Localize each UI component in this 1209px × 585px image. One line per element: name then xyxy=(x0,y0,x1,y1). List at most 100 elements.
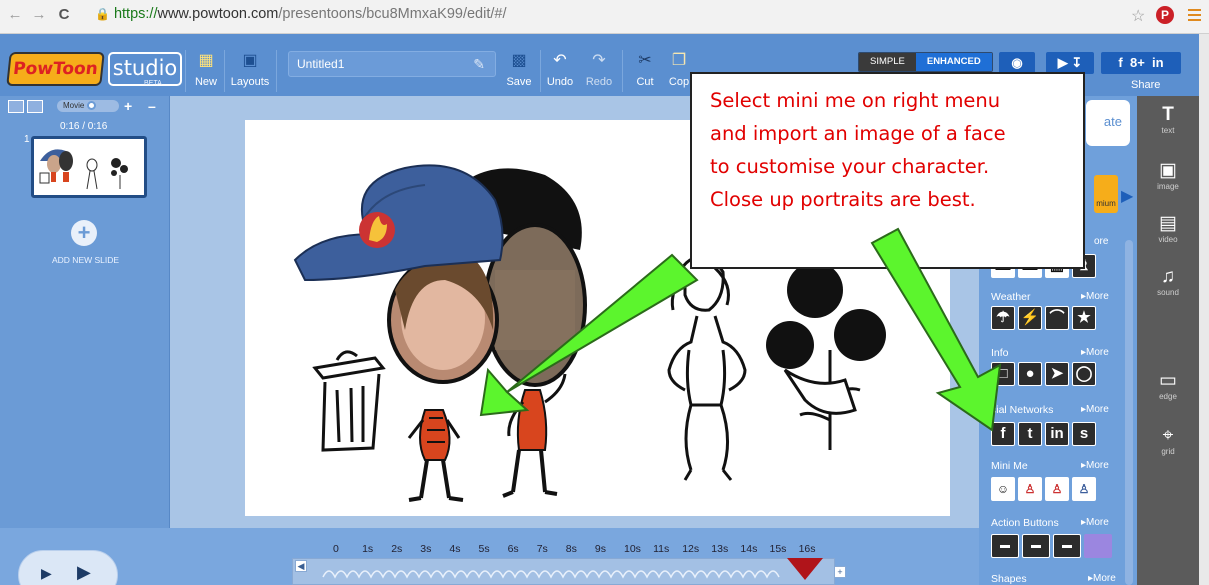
view-icon[interactable] xyxy=(8,100,24,113)
slide-time: 0:16 / 0:16 xyxy=(60,121,108,132)
tool-image[interactable]: ▣ image xyxy=(1137,160,1199,191)
more-link-partial[interactable]: ore xyxy=(1094,236,1108,247)
eye-icon: ◉ xyxy=(1011,55,1023,70)
slide-thumbnail[interactable] xyxy=(31,136,147,198)
star-icon[interactable]: ★ xyxy=(1072,306,1096,330)
lock-icon: 🔒 xyxy=(95,7,110,21)
play-from-start-icon[interactable]: ▶ xyxy=(41,565,52,582)
tool-grid[interactable]: ⌖ grid xyxy=(1137,425,1199,456)
pinterest-icon[interactable]: P xyxy=(1156,6,1174,24)
reload-icon[interactable]: C xyxy=(55,6,73,23)
timeline-second-label: 13s xyxy=(711,543,729,555)
add-icon[interactable]: + xyxy=(124,98,132,114)
cut-button[interactable]: ✂ Cut xyxy=(634,52,656,88)
url-host: www.powtoon.com xyxy=(157,6,279,22)
movie-toggle[interactable]: Movie xyxy=(57,100,119,112)
back-icon[interactable]: ← xyxy=(6,6,24,23)
pencil-icon[interactable]: ✎ xyxy=(473,52,485,76)
tool-sound[interactable]: ♫ sound xyxy=(1137,266,1199,297)
tool-text-label: text xyxy=(1161,126,1175,135)
cut-label: Cut xyxy=(636,76,654,88)
timeline-left-button[interactable]: ◀ xyxy=(295,560,307,572)
mini-me-character-icon[interactable]: ♙ xyxy=(1072,477,1096,501)
facebook-icon[interactable]: f xyxy=(1118,55,1122,70)
lightning-icon[interactable]: ⚡ xyxy=(1018,306,1042,330)
twitter-icon[interactable]: t xyxy=(1018,422,1042,446)
minus-icon[interactable]: – xyxy=(148,98,156,114)
forward-icon[interactable]: → xyxy=(30,6,48,23)
chevron-right-icon[interactable]: ▶ xyxy=(1121,186,1133,206)
page-scrollbar[interactable] xyxy=(1199,34,1209,585)
mode-enhanced[interactable]: ENHANCED xyxy=(915,53,992,71)
premium-item[interactable]: mium xyxy=(1094,175,1118,213)
action-button-item[interactable]: ▬ xyxy=(1022,534,1050,558)
new-label: New xyxy=(194,76,217,88)
mini-me-icons: ☺ ♙ ♙ ♙ xyxy=(991,477,1096,501)
redo-button[interactable]: ↷ Redo xyxy=(585,52,613,88)
info-more-link[interactable]: ▸More xyxy=(1081,347,1109,358)
mini-me-more-link[interactable]: ▸More xyxy=(1081,460,1109,471)
timeline-second-label: 9s xyxy=(594,543,606,555)
action-button-icons: ▬ ▬ ▬ xyxy=(991,534,1112,558)
tool-edge[interactable]: ▭ edge xyxy=(1137,370,1199,401)
youtube-icon: ▶ xyxy=(1057,55,1068,70)
mini-me-character-icon[interactable]: ♙ xyxy=(1018,477,1042,501)
action-buttons-more-link[interactable]: ▸More xyxy=(1081,517,1109,528)
timeline-second-label: 0 xyxy=(333,543,339,555)
callout-line-2: and import an image of a face xyxy=(710,122,1006,145)
slide-view-toggle[interactable] xyxy=(8,100,44,114)
weather-more-link[interactable]: ▸More xyxy=(1081,291,1109,302)
presentation-title-field[interactable]: Untitled1 ✎ xyxy=(288,51,496,77)
movie-label: Movie xyxy=(63,101,85,110)
redo-label: Redo xyxy=(585,76,613,88)
linkedin-icon[interactable]: in xyxy=(1152,55,1164,70)
mini-me-character-icon[interactable]: ♙ xyxy=(1045,477,1069,501)
view-icon[interactable] xyxy=(27,100,43,113)
mode-simple[interactable]: SIMPLE xyxy=(859,53,916,71)
image-icon: ▣ xyxy=(1159,160,1177,181)
rainbow-icon[interactable]: ⌒ xyxy=(1045,306,1069,330)
divider xyxy=(185,50,186,92)
play-icon[interactable]: ▶ xyxy=(77,562,91,583)
google-plus-icon[interactable]: 8+ xyxy=(1130,55,1145,70)
undo-button[interactable]: ↶ Undo xyxy=(546,52,574,88)
social-more-link[interactable]: ▸More xyxy=(1081,404,1109,415)
playhead-marker[interactable] xyxy=(787,558,823,580)
circle-shape-icon[interactable]: ● xyxy=(1018,362,1042,386)
action-button-item[interactable]: ▬ xyxy=(991,534,1019,558)
premium-label: mium xyxy=(1096,199,1116,208)
share-buttons[interactable]: f 8+ in xyxy=(1101,52,1181,74)
download-icon: ↧ xyxy=(1071,55,1083,70)
mode-toggle[interactable]: SIMPLE ENHANCED xyxy=(858,52,993,72)
new-button[interactable]: ▦ New xyxy=(193,52,219,88)
create-button[interactable]: ate xyxy=(1086,100,1130,146)
arrow-banner-icon[interactable]: ➤ xyxy=(1045,362,1069,386)
browser-menu-icon[interactable] xyxy=(1188,9,1201,21)
tool-video-label: video xyxy=(1158,235,1178,244)
tool-image-label: image xyxy=(1157,182,1179,191)
timeline-track[interactable] xyxy=(292,558,835,585)
layouts-button[interactable]: ▣ Layouts xyxy=(230,52,270,88)
audio-waveform xyxy=(322,570,780,579)
youtube-download-button[interactable]: ▶ ↧ xyxy=(1046,52,1094,74)
add-slide-label[interactable]: ADD NEW SLIDE xyxy=(52,255,119,265)
copy-button[interactable]: ❐ Cop xyxy=(668,52,690,88)
more-label: More xyxy=(1093,573,1116,584)
map-pin-icon[interactable]: ◯ xyxy=(1072,362,1096,386)
timeline-second-label: 12s xyxy=(682,543,700,555)
mini-me-character-icon[interactable]: ☺ xyxy=(991,477,1015,501)
add-slide-icon[interactable]: + xyxy=(71,220,97,246)
preview-button[interactable]: ◉ xyxy=(999,52,1035,74)
address-bar[interactable]: 🔒 https://www.powtoon.com/presentoons/bcu… xyxy=(95,6,506,22)
action-button-item[interactable] xyxy=(1084,534,1112,558)
action-button-item[interactable]: ▬ xyxy=(1053,534,1081,558)
linkedin-icon[interactable]: in xyxy=(1045,422,1069,446)
save-button[interactable]: ▩ Save xyxy=(505,52,533,88)
tool-video[interactable]: ▤ video xyxy=(1137,213,1199,244)
bookmark-star-icon[interactable]: ☆ xyxy=(1131,6,1145,26)
skype-icon[interactable]: s xyxy=(1072,422,1096,446)
library-scrollbar[interactable] xyxy=(1125,240,1133,585)
timeline-add-button[interactable]: + xyxy=(834,566,846,578)
tool-text[interactable]: Ttext xyxy=(1137,104,1199,135)
shapes-more-link[interactable]: ▸More xyxy=(1088,573,1116,584)
